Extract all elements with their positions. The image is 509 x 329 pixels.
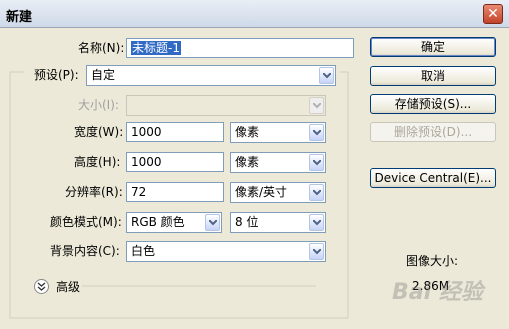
- height-label: 高度(H):: [74, 155, 120, 169]
- height-value: 1000: [131, 155, 162, 169]
- name-label: 名称(N):: [78, 41, 124, 55]
- size-label: 大小(I):: [78, 98, 119, 112]
- window-title: 新建: [6, 6, 32, 25]
- color-mode-select[interactable]: RGB 颜色: [126, 212, 222, 233]
- color-mode-value: RGB 颜色: [131, 215, 185, 229]
- width-unit-select[interactable]: 像素: [230, 122, 326, 143]
- preset-value: 自定: [91, 68, 115, 82]
- background-value: 白色: [131, 244, 155, 258]
- background-label: 背景内容(C):: [50, 244, 120, 258]
- chevron-down-icon: [309, 97, 324, 114]
- width-unit-value: 像素: [235, 125, 259, 139]
- title-bar: 新建 ✕: [0, 0, 509, 28]
- delete-preset-button: 删除预设(D)...: [370, 122, 496, 142]
- chevron-down-icon[interactable]: [309, 154, 324, 171]
- color-mode-label: 颜色模式(M):: [50, 215, 122, 229]
- height-input[interactable]: 1000: [126, 152, 224, 172]
- height-unit-select[interactable]: 像素: [230, 152, 326, 173]
- advanced-label: 高级: [56, 280, 80, 294]
- chevron-down-icon[interactable]: [309, 184, 324, 201]
- background-select[interactable]: 白色: [126, 241, 326, 262]
- dialog-body: 名称(N): 未标题-1 预设(P): 自定 大小(I): 宽度(W): 100…: [0, 28, 509, 329]
- bit-depth-select[interactable]: 8 位: [230, 212, 326, 233]
- resolution-input[interactable]: 72: [126, 182, 224, 202]
- image-size-label: 图像大小:: [406, 254, 458, 268]
- height-unit-value: 像素: [235, 155, 259, 169]
- resolution-label: 分辨率(R):: [65, 185, 123, 199]
- chevron-down-icon[interactable]: [205, 214, 220, 231]
- chevron-down-icon[interactable]: [309, 214, 324, 231]
- name-input[interactable]: 未标题-1: [126, 38, 354, 58]
- resolution-value: 72: [131, 185, 146, 199]
- bit-depth-value: 8 位: [235, 215, 258, 229]
- ok-button[interactable]: 确定: [370, 37, 496, 57]
- width-input[interactable]: 1000: [126, 122, 224, 142]
- watermark-logo: Bai 经验: [392, 274, 483, 306]
- chevron-down-icon[interactable]: [309, 243, 324, 260]
- preset-select[interactable]: 自定: [86, 65, 336, 86]
- resolution-unit-value: 像素/英寸: [235, 185, 287, 199]
- cancel-button[interactable]: 取消: [370, 66, 496, 86]
- chevron-down-icon[interactable]: [309, 124, 324, 141]
- preset-label: 预设(P):: [34, 68, 79, 82]
- device-central-button[interactable]: Device Central(E)...: [370, 168, 496, 188]
- close-button[interactable]: ✕: [483, 4, 503, 24]
- width-value: 1000: [131, 125, 162, 139]
- chevron-down-icon[interactable]: [319, 67, 334, 84]
- save-preset-button[interactable]: 存储预设(S)...: [370, 94, 496, 114]
- width-label: 宽度(W):: [74, 125, 123, 139]
- resolution-unit-select[interactable]: 像素/英寸: [230, 182, 326, 203]
- name-input-value: 未标题-1: [131, 41, 181, 55]
- chevron-double-down-icon[interactable]: [34, 279, 49, 294]
- close-icon: ✕: [487, 6, 499, 22]
- size-select: [126, 95, 326, 116]
